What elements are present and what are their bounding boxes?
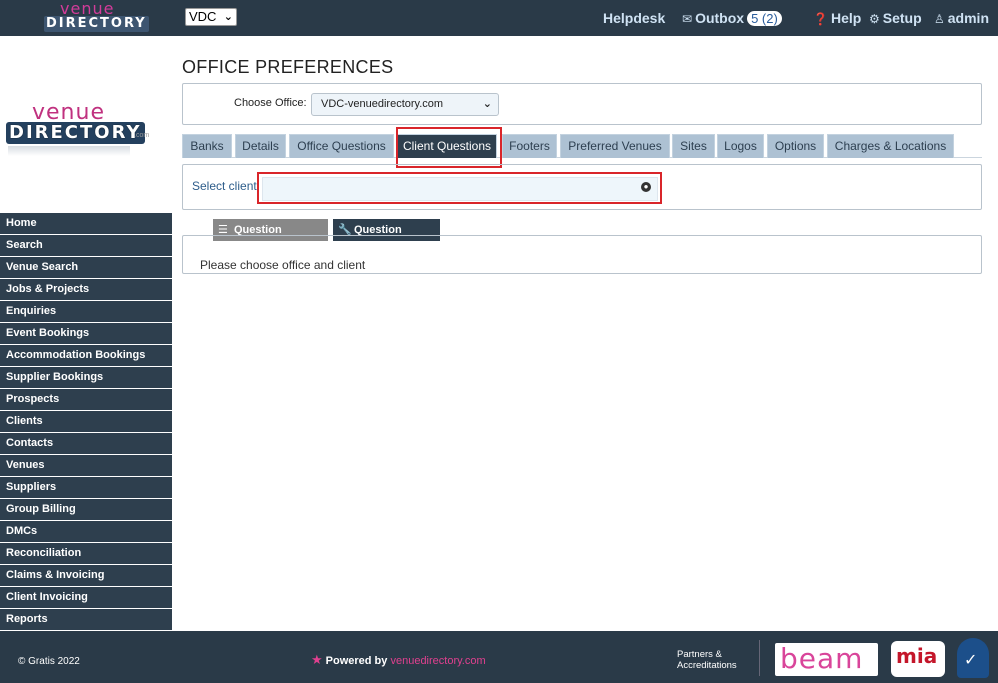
sidebar-item-clients[interactable]: Clients	[0, 411, 172, 432]
side-logo-directory-text: DIRECTORY	[6, 122, 145, 144]
mia-logo-text: mia	[896, 644, 938, 668]
user-icon: ♙	[934, 12, 945, 26]
setup-label: Setup	[882, 10, 922, 26]
tab-charges-locations[interactable]: Charges & Locations	[827, 134, 954, 158]
sidebar-item-home[interactable]: Home	[0, 213, 172, 234]
powered-by-link[interactable]: venuedirectory.com	[390, 655, 485, 667]
top-logo[interactable]: venue DIRECTORY	[44, 0, 149, 33]
office-chooser-panel: Choose Office: VDC-venuedirectory.com ⌄	[182, 83, 982, 125]
choose-office-label: Choose Office:	[234, 97, 307, 109]
gear-icon: ⚙	[869, 12, 880, 26]
side-logo-reflection	[8, 146, 130, 156]
setup-link[interactable]: ⚙ Setup	[869, 10, 922, 26]
footer: © Gratis 2022 ★ Powered by venuedirectory…	[0, 631, 998, 683]
preferences-tabs: Banks Details Office Questions Client Qu…	[182, 133, 982, 158]
office-select-value: VDC-venuedirectory.com	[321, 98, 444, 110]
page-title: OFFICE PREFERENCES	[182, 57, 394, 77]
side-logo[interactable]: venue DIRECTORY .com	[6, 100, 166, 160]
brand-select-value: VDC	[189, 9, 217, 24]
brand-select[interactable]: VDC ⌄	[185, 8, 237, 26]
envelope-icon: ✉	[682, 12, 693, 26]
side-logo-com-text: .com	[134, 132, 150, 139]
sidebar-item-suppliers[interactable]: Suppliers	[0, 477, 172, 498]
beam-logo-text: beam	[780, 642, 864, 675]
partners-line2: Accreditations	[677, 660, 737, 671]
tab-details[interactable]: Details	[235, 134, 286, 158]
sidebar-item-supplier-bookings[interactable]: Supplier Bookings	[0, 367, 172, 388]
tab-sites[interactable]: Sites	[672, 134, 715, 158]
outbox-badge: 5 (2)	[747, 11, 782, 26]
sidebar-item-group-billing[interactable]: Group Billing	[0, 499, 172, 520]
sidebar-item-event-bookings[interactable]: Event Bookings	[0, 323, 172, 344]
question-circle-icon: ❓	[813, 12, 828, 26]
highlight-box-tab	[396, 127, 502, 168]
mia-logo[interactable]: mia	[891, 641, 945, 677]
help-label: Help	[830, 10, 862, 26]
sidebar-item-venues[interactable]: Venues	[0, 455, 172, 476]
sidebar-item-claims-invoicing[interactable]: Claims & Invoicing	[0, 565, 172, 586]
sidebar-item-prospects[interactable]: Prospects	[0, 389, 172, 410]
office-select[interactable]: VDC-venuedirectory.com ⌄	[311, 93, 499, 116]
star-icon: ★	[311, 652, 323, 667]
partners-line1: Partners &	[677, 649, 722, 660]
sidebar-nav: Home Search Venue Search Jobs & Projects…	[0, 213, 172, 631]
sidebar-item-contacts[interactable]: Contacts	[0, 433, 172, 454]
sidebar-item-jobs-projects[interactable]: Jobs & Projects	[0, 279, 172, 300]
chevron-down-icon: ⌄	[223, 11, 233, 23]
tab-footers[interactable]: Footers	[502, 134, 557, 158]
checkmark-icon: ✓	[964, 652, 978, 669]
sidebar-item-venue-search[interactable]: Venue Search	[0, 257, 172, 278]
top-bar: venue DIRECTORY VDC ⌄ Helpdesk ✉ Outbox 5 …	[0, 0, 998, 36]
footer-divider	[759, 640, 760, 676]
tab-banks[interactable]: Banks	[182, 134, 232, 158]
sidebar-item-reconciliation[interactable]: Reconciliation	[0, 543, 172, 564]
helpdesk-link[interactable]: Helpdesk	[603, 10, 665, 26]
outbox-link[interactable]: ✉ Outbox 5 (2)	[682, 10, 782, 26]
sidebar-item-reports[interactable]: Reports	[0, 609, 172, 630]
sidebar-item-enquiries[interactable]: Enquiries	[0, 301, 172, 322]
powered-by: ★ Powered by venuedirectory.com	[311, 652, 486, 668]
tab-office-questions[interactable]: Office Questions	[289, 134, 394, 158]
user-menu[interactable]: ♙ admin	[934, 10, 989, 26]
select-client-label: Select client	[192, 179, 257, 193]
empty-state-message: Please choose office and client	[200, 258, 366, 272]
chevron-down-icon: ⌄	[482, 98, 492, 110]
tab-preferred-venues[interactable]: Preferred Venues	[560, 134, 670, 158]
user-label: admin	[947, 10, 989, 26]
beam-logo[interactable]: beam	[775, 643, 878, 676]
sidebar-item-client-invoicing[interactable]: Client Invoicing	[0, 587, 172, 608]
logo-directory-text: DIRECTORY	[44, 16, 149, 32]
certification-badge-icon[interactable]: ✓	[957, 638, 989, 678]
tab-options[interactable]: Options	[767, 134, 824, 158]
help-link[interactable]: ❓ Help	[813, 10, 861, 26]
sidebar-item-search[interactable]: Search	[0, 235, 172, 256]
tab-logos[interactable]: Logos	[717, 134, 764, 158]
sidebar-item-dmcs[interactable]: DMCs	[0, 521, 172, 542]
powered-by-label: Powered by	[325, 655, 388, 667]
outbox-label: Outbox	[695, 10, 745, 26]
sidebar-item-accommodation-bookings[interactable]: Accommodation Bookings	[0, 345, 172, 366]
highlight-box-client	[257, 172, 662, 204]
question-content-panel: Please choose office and client	[182, 235, 982, 274]
copyright-text: © Gratis 2022	[18, 656, 80, 667]
partners-label: Partners & Accreditations	[677, 649, 737, 671]
